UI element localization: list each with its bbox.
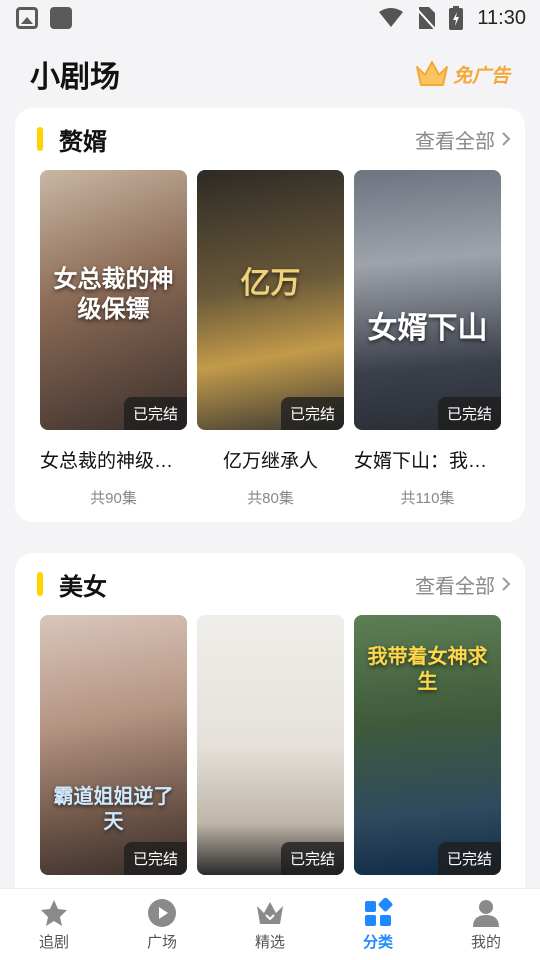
bottom-nav: 追剧 广场 精选 分类 我的 — [0, 888, 540, 960]
view-all-label: 查看全部 — [415, 575, 495, 598]
star-icon — [41, 899, 67, 926]
nav-item-wode[interactable]: 我的 — [432, 889, 540, 960]
page-title: 小剧场 — [30, 61, 120, 94]
drama-card[interactable]: 已完结 — [197, 615, 344, 875]
category-icon — [365, 897, 393, 926]
poster-title-text: 我带着女神求生 — [367, 646, 488, 693]
poster-image: 女婿下山 已完结 — [354, 170, 501, 430]
view-all-link[interactable]: 查看全部 — [415, 570, 511, 599]
status-badge: 已完结 — [123, 842, 187, 875]
poster-image: 亿万 已完结 — [197, 170, 344, 430]
nav-label: 我的 — [470, 933, 501, 951]
no-sim-icon — [417, 7, 436, 29]
nav-item-jingxuan[interactable]: 精选 — [216, 889, 324, 960]
nav-label: 精选 — [254, 933, 285, 951]
app-header: 小剧场 免广告 — [0, 44, 540, 104]
status-badge: 已完结 — [123, 397, 187, 430]
card-title: 亿万继承人 — [222, 451, 318, 472]
card-title: 女总裁的神级保镖 — [40, 451, 187, 472]
nav-item-zhuiju[interactable]: 追剧 — [0, 889, 108, 960]
view-all-link[interactable]: 查看全部 — [415, 125, 511, 154]
poster-image: 我带着女神求生 已完结 — [354, 615, 501, 875]
episode-count: 共90集 — [90, 490, 137, 507]
drama-card[interactable]: 亿万 已完结 亿万继承人 共80集 — [197, 170, 344, 508]
profile-icon — [473, 899, 499, 927]
nav-item-guangchang[interactable]: 广场 — [108, 889, 216, 960]
drama-card[interactable]: 女总裁的神级保镖 已完结 女总裁的神级保镖 共90集 — [40, 170, 187, 508]
drama-card[interactable]: 我带着女神求生 已完结 — [354, 615, 501, 875]
nav-label: 追剧 — [38, 933, 69, 951]
status-time: 11:30 — [477, 6, 526, 29]
drama-card[interactable]: 女婿下山 已完结 女婿下山：我天下无敌 共110集 — [354, 170, 501, 508]
crown-icon — [257, 901, 283, 924]
no-ads-label: 免广告 — [452, 65, 510, 87]
episode-count: 共110集 — [400, 490, 455, 507]
section-title: 赘婿 — [59, 128, 107, 156]
section-zhuixu: 赘婿 查看全部 女总裁的神级保镖 已完结 女总裁的神级保镖 共90集 亿万 已完… — [15, 108, 525, 522]
status-bar: 11:30 — [0, 0, 540, 36]
status-badge: 已完结 — [280, 397, 344, 430]
section-meinv: 美女 查看全部 霸道姐姐逆了天 已完结 已完结 我带着女神求生 已完结 — [15, 553, 525, 933]
poster-title-text: 女婿下山 — [367, 312, 488, 345]
wifi-icon — [379, 8, 404, 27]
poster-title-text: 霸道姐姐逆了天 — [53, 786, 174, 833]
card-title: 女婿下山：我天下无敌 — [354, 451, 501, 472]
poster-image: 霸道姐姐逆了天 已完结 — [40, 615, 187, 875]
view-all-label: 查看全部 — [415, 130, 495, 153]
poster-title-text: 女总裁的神级保镖 — [53, 266, 174, 323]
image-notification-icon — [16, 7, 38, 29]
section-title: 美女 — [59, 573, 107, 601]
play-icon — [148, 898, 176, 927]
app-notification-icon — [50, 7, 72, 29]
chevron-right-icon — [502, 577, 511, 591]
episode-count: 共80集 — [247, 490, 294, 507]
nav-label: 广场 — [146, 933, 177, 951]
section-accent-bar — [37, 572, 43, 596]
battery-charging-icon — [449, 6, 464, 30]
poster-image: 女总裁的神级保镖 已完结 — [40, 170, 187, 430]
status-badge: 已完结 — [437, 397, 501, 430]
section-header: 美女 查看全部 — [15, 553, 525, 615]
chevron-right-icon — [502, 132, 511, 146]
drama-card[interactable]: 霸道姐姐逆了天 已完结 — [40, 615, 187, 875]
poster-image: 已完结 — [197, 615, 344, 875]
poster-title-text: 亿万 — [240, 267, 301, 300]
status-badge: 已完结 — [280, 842, 344, 875]
status-badge: 已完结 — [437, 842, 501, 875]
nav-item-fenlei[interactable]: 分类 — [324, 889, 432, 960]
crown-icon — [415, 61, 448, 86]
nav-label: 分类 — [362, 933, 393, 951]
section-accent-bar — [37, 127, 43, 151]
section-header: 赘婿 查看全部 — [15, 108, 525, 170]
no-ads-button[interactable]: 免广告 — [415, 59, 510, 89]
